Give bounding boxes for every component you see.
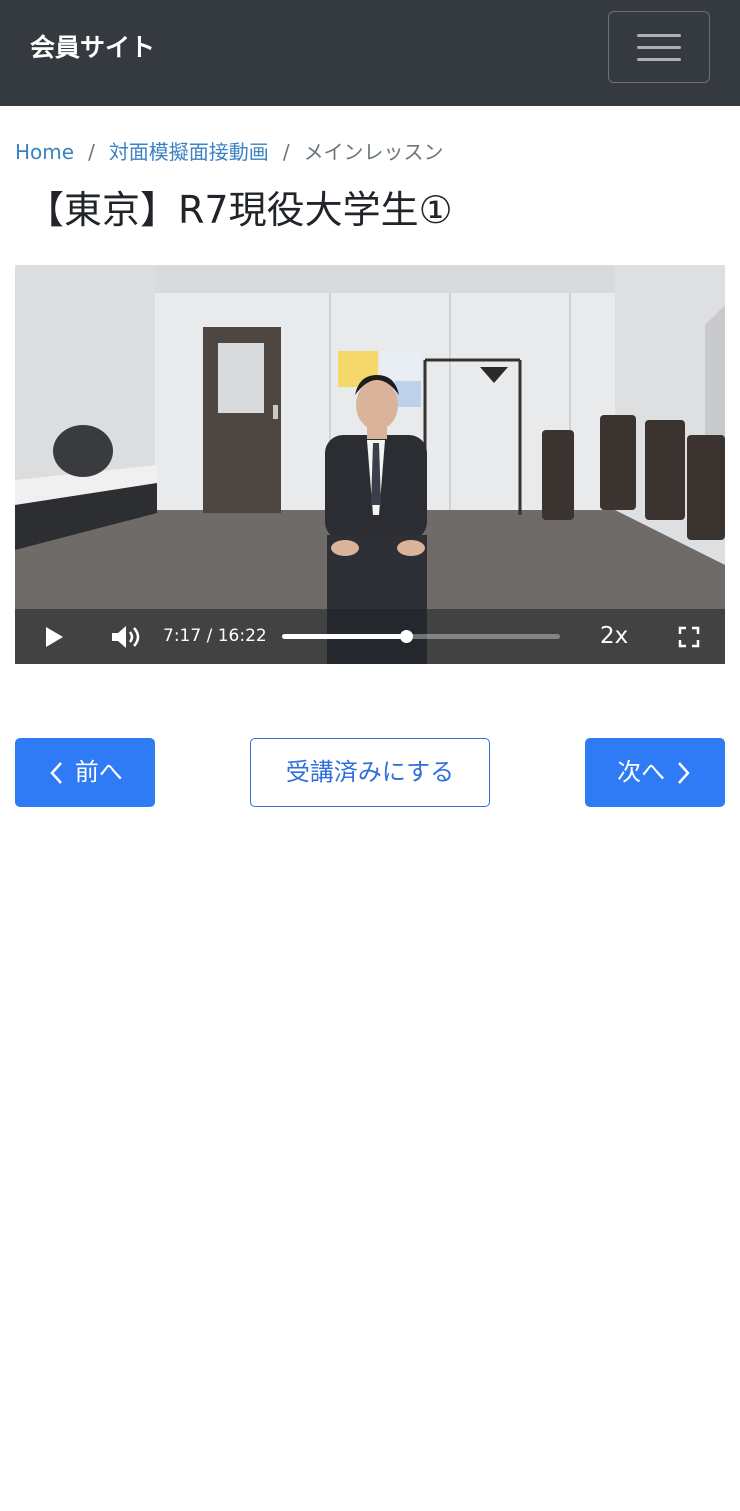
- prev-button-label: 前へ: [74, 758, 123, 786]
- volume-button[interactable]: [110, 623, 142, 655]
- video-progress-handle[interactable]: [399, 630, 413, 643]
- play-button[interactable]: [43, 625, 65, 653]
- navbar-toggle-button[interactable]: [608, 11, 710, 83]
- volume-icon: [112, 626, 140, 648]
- mark-complete-button[interactable]: 受講済みにする: [250, 738, 490, 807]
- page-title: 【東京】R7現役大学生①: [26, 188, 453, 232]
- breadcrumb-category-link[interactable]: 対面模擬面接動画: [109, 140, 269, 164]
- video-frame: [15, 265, 725, 664]
- video-time-display: 7:17 / 16:22: [163, 609, 267, 664]
- video-controls: 7:17 / 16:22 2x: [15, 609, 725, 664]
- duration: 16:22: [217, 626, 267, 646]
- breadcrumb-separator: /: [88, 140, 95, 164]
- breadcrumb: Home / 対面模擬面接動画 / メインレッスン: [15, 136, 444, 168]
- play-icon: [46, 627, 63, 647]
- top-navbar: 会員サイト: [0, 0, 740, 106]
- next-button[interactable]: 次へ: [585, 738, 725, 807]
- chevron-left-icon: [50, 762, 63, 784]
- current-time: 7:17: [163, 626, 202, 646]
- time-separator: /: [206, 626, 213, 646]
- next-button-label: 次へ: [617, 758, 666, 786]
- breadcrumb-current: メインレッスン: [303, 140, 444, 164]
- video-player[interactable]: 7:17 / 16:22 2x: [15, 265, 725, 664]
- mark-complete-label: 受講済みにする: [285, 758, 455, 786]
- video-progress-bar[interactable]: [282, 630, 560, 643]
- playback-speed-button[interactable]: 2x: [600, 609, 628, 664]
- breadcrumb-home-link[interactable]: Home: [15, 140, 74, 164]
- video-progress-fill: [282, 634, 406, 639]
- chevron-right-icon: [677, 762, 690, 784]
- prev-button[interactable]: 前へ: [15, 738, 155, 807]
- site-brand[interactable]: 会員サイト: [30, 30, 155, 66]
- breadcrumb-separator: /: [282, 140, 290, 164]
- fullscreen-icon: [678, 626, 700, 648]
- fullscreen-button[interactable]: [678, 626, 700, 652]
